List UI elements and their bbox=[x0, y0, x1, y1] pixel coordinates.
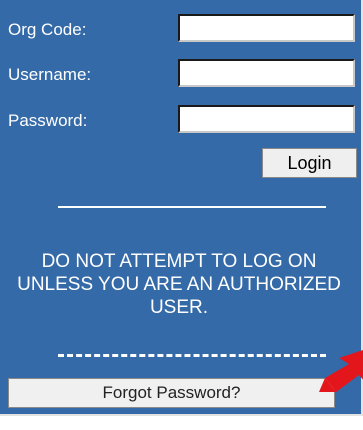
password-label: Password: bbox=[8, 111, 88, 130]
login-panel: Org Code: Username: Password: Login DO N… bbox=[0, 0, 363, 416]
org-code-input[interactable] bbox=[178, 14, 355, 42]
org-code-label: Org Code: bbox=[8, 20, 87, 39]
username-input[interactable] bbox=[178, 59, 355, 87]
password-input[interactable] bbox=[178, 105, 355, 133]
divider-line bbox=[58, 206, 326, 208]
dashed-divider bbox=[58, 354, 326, 357]
login-button[interactable]: Login bbox=[262, 148, 357, 178]
authorized-user-warning: DO NOT ATTEMPT TO LOG ON UNLESS YOU ARE … bbox=[17, 251, 341, 318]
forgot-password-button[interactable]: Forgot Password? bbox=[8, 378, 335, 408]
username-label: Username: bbox=[8, 65, 92, 84]
